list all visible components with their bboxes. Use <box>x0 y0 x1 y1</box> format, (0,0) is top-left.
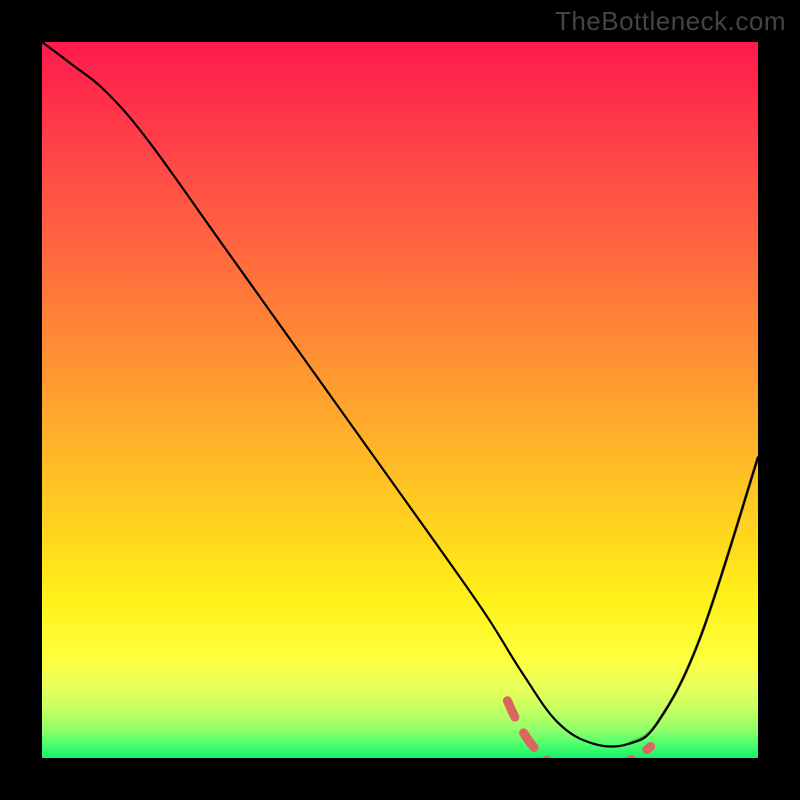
right-branch-shadow <box>629 457 758 743</box>
plot-area <box>42 42 758 758</box>
watermark: TheBottleneck.com <box>555 6 786 37</box>
chart-svg <box>42 42 758 758</box>
optimal-range-marker <box>507 701 650 758</box>
bottleneck-curve <box>42 42 758 747</box>
chart-frame: TheBottleneck.com <box>0 0 800 800</box>
